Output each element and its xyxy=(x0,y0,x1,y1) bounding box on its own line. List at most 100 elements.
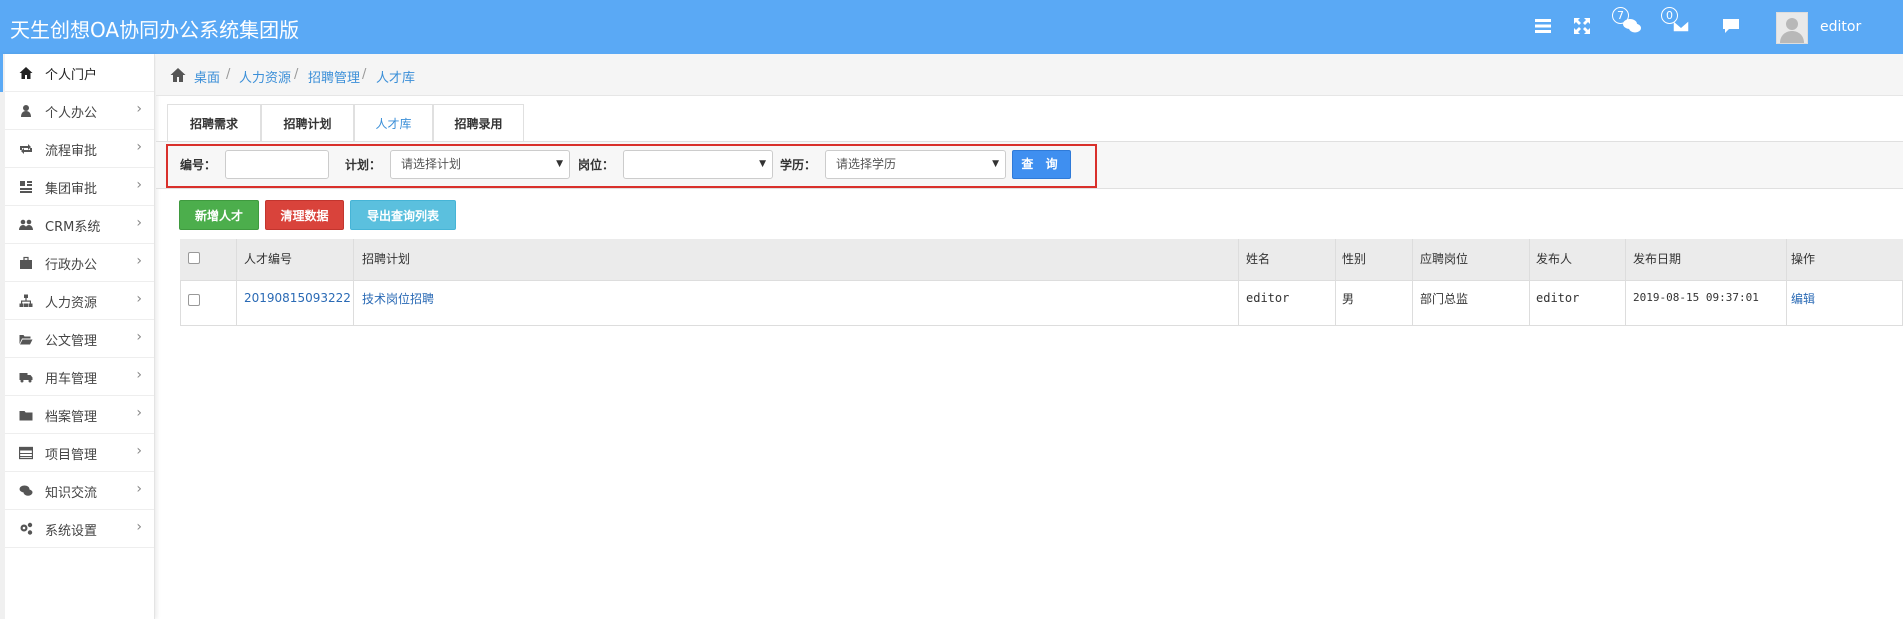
mail-badge: 0 xyxy=(1661,7,1678,24)
sidebar-item-label: 行政办公 xyxy=(45,258,98,273)
row-checkbox[interactable] xyxy=(188,294,200,306)
sidebar-item-knowledge[interactable]: 知识交流 › xyxy=(5,472,154,510)
sidebar-item-settings[interactable]: 系统设置 › xyxy=(5,510,154,548)
breadcrumb: 桌面 / 人力资源 / 招聘管理 / 人才库 xyxy=(156,54,1903,96)
education-select[interactable]: 请选择学历 ▼ xyxy=(825,150,1006,179)
avatar[interactable] xyxy=(1776,12,1808,44)
position-select[interactable]: ▼ xyxy=(623,150,773,179)
tab-recruitment-plan[interactable]: 招聘计划 xyxy=(261,104,354,142)
cell-talent-number[interactable]: 20190815093222 xyxy=(244,291,351,305)
column-divider xyxy=(1412,239,1413,326)
column-divider xyxy=(1786,239,1787,326)
sidebar-item-documents[interactable]: 公文管理 › xyxy=(5,320,154,358)
header-position: 应聘岗位 xyxy=(1420,252,1469,266)
tab-recruitment-needs[interactable]: 招聘需求 xyxy=(167,104,261,142)
cell-publish-date: 2019-08-15 09:37:01 xyxy=(1633,291,1759,304)
breadcrumb-separator: / xyxy=(294,67,299,82)
breadcrumb-separator: / xyxy=(362,67,367,82)
fullscreen-icon[interactable] xyxy=(1572,16,1594,38)
truck-icon xyxy=(19,370,33,384)
chevron-right-icon: › xyxy=(136,215,142,231)
export-list-button[interactable]: 导出查询列表 xyxy=(350,200,456,230)
sidebar-item-workflow[interactable]: 流程审批 › xyxy=(5,130,154,168)
header-talent-number: 人才编号 xyxy=(244,252,293,266)
sidebar-item-label: 人力资源 xyxy=(45,296,98,311)
sidebar-item-label: 知识交流 xyxy=(45,486,98,501)
sidebar-item-group-approval[interactable]: 集团审批 › xyxy=(5,168,154,206)
sidebar-item-archives[interactable]: 档案管理 › xyxy=(5,396,154,434)
chat-icon[interactable]: 7 xyxy=(1612,7,1644,38)
cell-position: 部门总监 xyxy=(1420,292,1469,306)
app-title: 天生创想OA协同办公系统集团版 xyxy=(10,18,300,42)
sidebar-item-vehicles[interactable]: 用车管理 › xyxy=(5,358,154,396)
home-icon[interactable] xyxy=(170,67,186,83)
plan-select-value: 请选择计划 xyxy=(401,157,462,171)
sidebar-item-label: 用车管理 xyxy=(45,372,98,387)
header-publish-date: 发布日期 xyxy=(1633,252,1682,266)
chevron-right-icon: › xyxy=(136,443,142,459)
sidebar-item-label: 系统设置 xyxy=(45,524,98,539)
header-gender: 性别 xyxy=(1342,252,1367,266)
sidebar-item-label: 项目管理 xyxy=(45,448,98,463)
clear-data-button[interactable]: 清理数据 xyxy=(265,200,344,230)
username[interactable]: editor xyxy=(1820,19,1861,35)
breadcrumb-talent-pool[interactable]: 人才库 xyxy=(376,67,415,86)
add-talent-button[interactable]: 新增人才 xyxy=(179,200,259,230)
chevron-right-icon: › xyxy=(136,519,142,535)
column-divider xyxy=(353,239,354,326)
column-divider xyxy=(1335,239,1336,326)
chevron-right-icon: › xyxy=(136,481,142,497)
sidebar-item-label: 集团审批 xyxy=(45,182,98,197)
edit-link[interactable]: 编辑 xyxy=(1791,290,1815,307)
folder-open-icon xyxy=(19,332,33,346)
chevron-right-icon: › xyxy=(136,405,142,421)
column-divider xyxy=(1625,239,1626,326)
number-input[interactable] xyxy=(225,150,329,179)
chevron-right-icon: › xyxy=(136,253,142,269)
sidebar-item-label: 流程审批 xyxy=(45,144,98,159)
tab-recruitment-hire[interactable]: 招聘录用 xyxy=(433,104,524,142)
home-icon xyxy=(19,66,33,80)
breadcrumb-hr[interactable]: 人力资源 xyxy=(239,67,291,86)
sidebar-item-label: 个人办公 xyxy=(45,106,98,121)
sidebar-item-label: 档案管理 xyxy=(45,410,98,425)
chevron-right-icon: › xyxy=(136,367,142,383)
sidebar-item-crm[interactable]: CRM系统 › xyxy=(5,206,154,244)
breadcrumb-desktop[interactable]: 桌面 xyxy=(194,67,220,86)
sitemap-icon xyxy=(19,294,33,308)
education-select-value: 请选择学历 xyxy=(836,157,897,171)
comment-icon[interactable] xyxy=(1721,16,1743,38)
comments-icon xyxy=(19,484,33,498)
number-label: 编号： xyxy=(180,158,217,172)
column-divider xyxy=(1238,239,1239,326)
chevron-right-icon: › xyxy=(136,101,142,117)
sidebar-item-hr[interactable]: 人力资源 › xyxy=(5,282,154,320)
user-icon xyxy=(19,104,33,118)
query-button[interactable]: 查 询 xyxy=(1012,150,1071,179)
education-label: 学历： xyxy=(780,158,817,172)
header-publisher: 发布人 xyxy=(1536,252,1573,266)
tab-talent-pool[interactable]: 人才库 xyxy=(354,104,433,142)
caret-down-icon: ▼ xyxy=(992,159,999,169)
header-actions: 操作 xyxy=(1791,252,1816,266)
plan-select[interactable]: 请选择计划 ▼ xyxy=(390,150,570,179)
sidebar-item-label: 公文管理 xyxy=(45,334,98,349)
retweet-icon xyxy=(19,142,33,156)
breadcrumb-recruitment[interactable]: 招聘管理 xyxy=(308,67,360,86)
select-all-checkbox[interactable] xyxy=(188,252,200,264)
top-bar: 天生创想OA协同办公系统集团版 7 0 editor xyxy=(0,0,1903,54)
sidebar-item-personal-office[interactable]: 个人办公 › xyxy=(5,92,154,130)
users-icon xyxy=(19,218,33,232)
menu-icon[interactable] xyxy=(1533,16,1555,38)
cell-recruitment-plan[interactable]: 技术岗位招聘 xyxy=(362,290,434,307)
chevron-right-icon: › xyxy=(136,177,142,193)
sidebar-item-personal-portal[interactable]: 个人门户 xyxy=(0,54,154,92)
cell-publisher: editor xyxy=(1536,291,1580,305)
sidebar-item-admin-office[interactable]: 行政办公 › xyxy=(5,244,154,282)
header-name: 姓名 xyxy=(1246,252,1271,266)
sidebar-item-projects[interactable]: 项目管理 › xyxy=(5,434,154,472)
list-icon xyxy=(19,180,33,194)
mail-icon[interactable]: 0 xyxy=(1661,7,1693,38)
cell-name: editor xyxy=(1246,291,1290,305)
breadcrumb-separator: / xyxy=(226,67,231,82)
